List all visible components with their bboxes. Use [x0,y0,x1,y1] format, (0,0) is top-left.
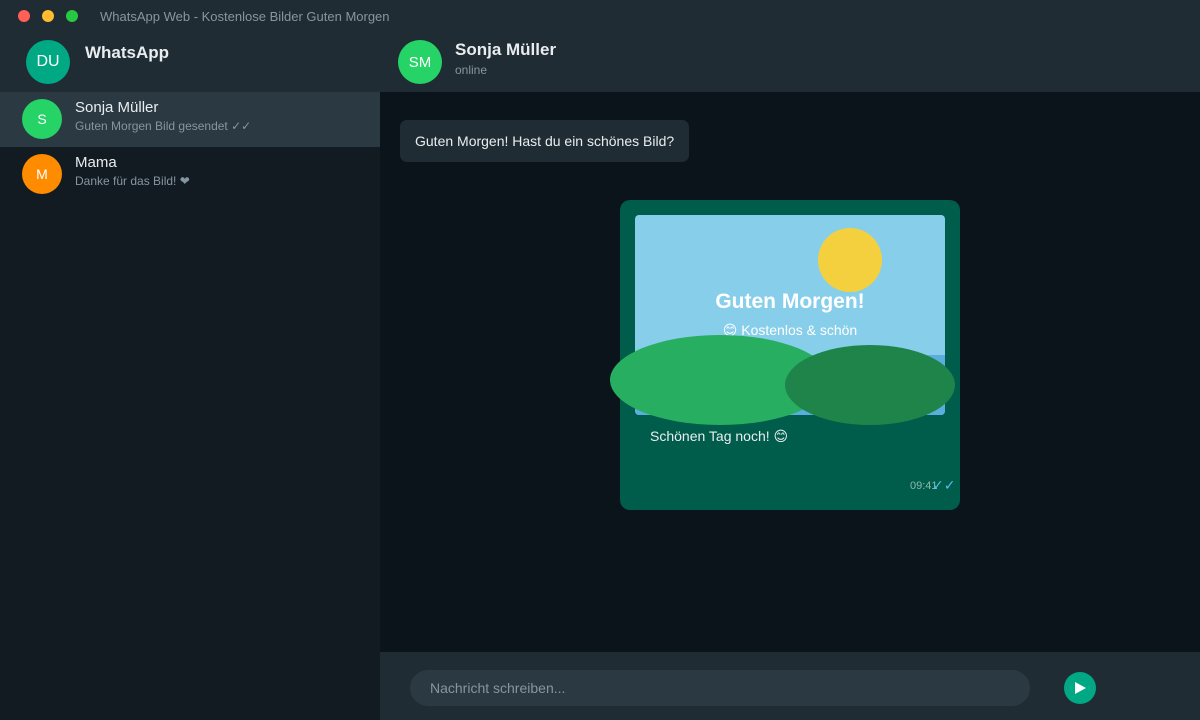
chat-header[interactable]: SM Sonja Müller online [380,32,1200,92]
image-subtitle: 😊 Kostenlos & schön [722,322,858,338]
window-title: WhatsApp Web - Kostenlose Bilder Guten M… [100,9,390,24]
contact-status: online [455,63,488,77]
send-icon [1075,682,1086,694]
chat-preview: Danke für das Bild! ❤ [75,174,190,188]
avatar: S [22,99,62,139]
read-ticks-icon: ✓✓ [932,477,956,493]
chat-item-sonja[interactable]: S Sonja Müller Guten Morgen Bild gesende… [0,92,380,147]
contact-name: Sonja Müller [455,40,557,59]
close-window-button[interactable] [18,10,30,22]
avatar: M [22,154,62,194]
chat-panel: SM Sonja Müller online Guten Morgen! Has… [380,32,1200,720]
sidebar-header: DU WhatsApp [0,32,380,92]
chat-preview: Guten Morgen Bild gesendet ✓✓ [75,119,252,133]
maximize-window-button[interactable] [66,10,78,22]
my-avatar[interactable]: DU [26,40,70,84]
app-name: WhatsApp [85,43,170,62]
sun-illustration [818,228,882,292]
composer [380,652,1200,720]
image-title: Guten Morgen! [715,290,865,313]
outgoing-image-message[interactable]: Guten Morgen! 😊 Kostenlos & schön Schöne… [610,200,960,510]
hill-illustration [785,345,955,425]
title-bar: WhatsApp Web - Kostenlose Bilder Guten M… [0,0,1200,32]
incoming-message: Guten Morgen! Hast du ein schönes Bild? [400,120,690,162]
chat-item-mama[interactable]: M Mama Danke für das Bild! ❤ [0,147,380,202]
chat-name: Sonja Müller [75,99,159,116]
message-text: Guten Morgen! Hast du ein schönes Bild? [415,133,675,149]
image-caption: Schönen Tag noch! 😊 [650,428,789,444]
send-button[interactable] [1064,672,1096,704]
minimize-window-button[interactable] [42,10,54,22]
message-input[interactable] [410,670,1030,706]
contact-avatar[interactable]: SM [398,40,442,84]
chat-name: Mama [75,154,117,171]
sidebar: DU WhatsApp S Sonja Müller Guten Morgen … [0,32,380,720]
